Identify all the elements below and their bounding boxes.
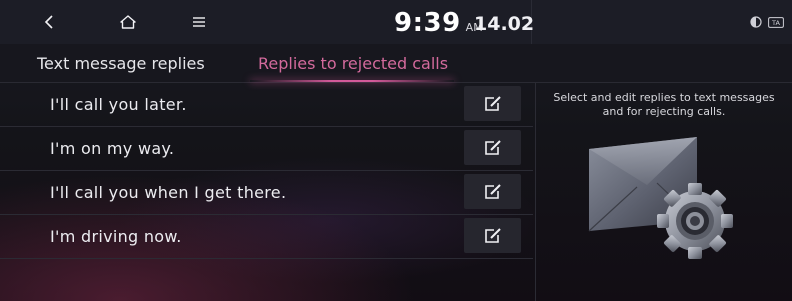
list-item[interactable]: I'm on my way.: [0, 127, 533, 171]
reply-text: I'm driving now.: [50, 227, 182, 246]
tab-bar: Text message replies Replies to rejected…: [0, 44, 792, 83]
screen: 9:39 AM 14.02 TA Text message replies Re…: [0, 0, 792, 301]
clock: 9:39 AM: [394, 0, 483, 44]
reply-list: I'll call you later. I'm on my way. I'll…: [0, 83, 533, 259]
list-item[interactable]: I'll call you later.: [0, 83, 533, 127]
ta-label: TA: [771, 19, 780, 27]
envelope-settings-icon: [588, 137, 733, 259]
ta-icon: TA: [768, 16, 784, 28]
status-bar: 9:39 AM 14.02 TA: [0, 0, 792, 44]
info-text: Select and edit replies to text messages…: [553, 91, 775, 118]
edit-icon: [484, 140, 501, 155]
list-item[interactable]: I'll call you when I get there.: [0, 171, 533, 215]
home-icon: [120, 15, 136, 29]
back-button[interactable]: [34, 0, 64, 44]
back-arrow-icon: [44, 15, 53, 29]
reply-text: I'm on my way.: [50, 139, 175, 158]
date: 14.02: [474, 12, 535, 35]
tab-replies-to-rejected-calls[interactable]: Replies to rejected calls: [258, 44, 448, 82]
panel-divider: [535, 83, 536, 301]
edit-button[interactable]: [464, 130, 521, 165]
edit-icon: [484, 96, 501, 111]
home-button[interactable]: [110, 0, 146, 44]
edit-icon: [484, 228, 501, 243]
list-item[interactable]: I'm driving now.: [0, 215, 533, 259]
clock-time: 9:39: [394, 8, 461, 38]
edit-icon: [484, 184, 501, 199]
reply-text: I'll call you when I get there.: [50, 183, 287, 202]
tab-text-message-replies[interactable]: Text message replies: [37, 44, 205, 82]
edit-button[interactable]: [464, 218, 521, 253]
menu-icon: [193, 17, 205, 27]
status-icons: TA: [750, 0, 784, 44]
menu-button[interactable]: [184, 0, 214, 44]
edit-button[interactable]: [464, 86, 521, 121]
edit-button[interactable]: [464, 174, 521, 209]
active-tab-indicator: [250, 80, 454, 82]
reply-text: I'll call you later.: [50, 95, 187, 114]
media-status-icon: [750, 16, 762, 28]
